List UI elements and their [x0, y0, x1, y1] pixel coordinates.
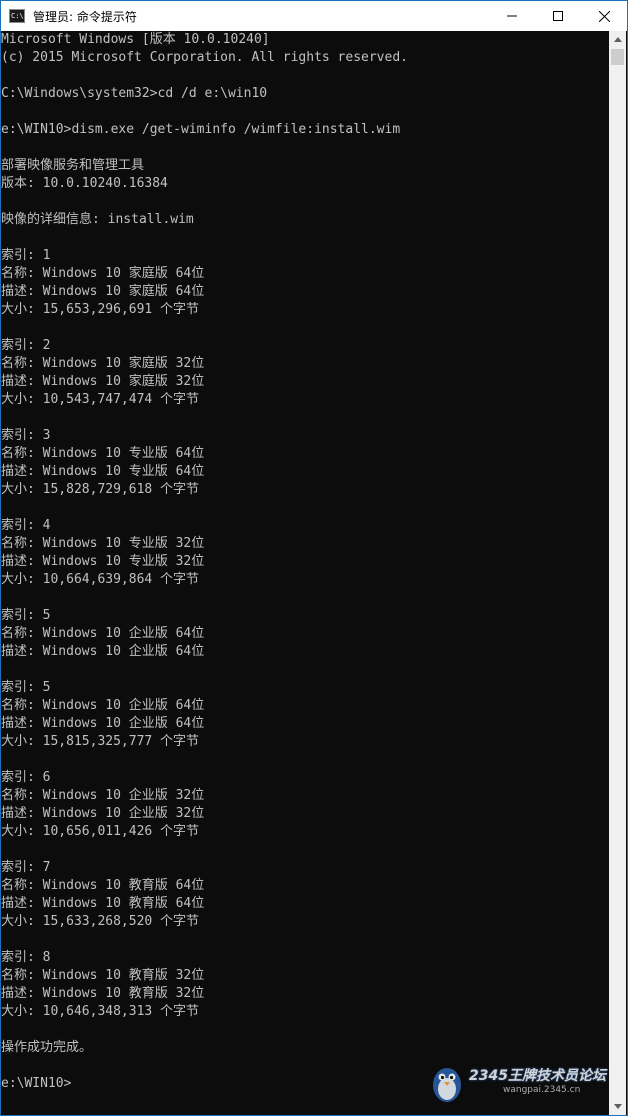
console-line: e:\WIN10>dism.exe /get-wiminfo /wimfile:…: [1, 122, 401, 137]
console-line: 名称: Windows 10 企业版 32位: [1, 788, 205, 803]
scroll-thumb[interactable]: [611, 49, 624, 65]
console-line: e:\WIN10>: [1, 1076, 72, 1091]
console-line: 大小: 10,646,348,313 个字节: [1, 1004, 200, 1019]
scroll-down-button[interactable]: [609, 1098, 626, 1115]
console-line: 索引: 2: [1, 338, 51, 353]
console-line: 描述: Windows 10 企业版 64位: [1, 644, 205, 659]
console-line: 名称: Windows 10 教育版 64位: [1, 878, 205, 893]
cmd-app-icon[interactable]: C:\: [9, 9, 25, 23]
scroll-up-button[interactable]: [609, 31, 626, 48]
console-line: 描述: Windows 10 教育版 32位: [1, 986, 205, 1001]
console-line: 大小: 15,815,325,777 个字节: [1, 734, 200, 749]
console-line: 描述: Windows 10 家庭版 64位: [1, 284, 205, 299]
console-line: 名称: Windows 10 家庭版 32位: [1, 356, 205, 371]
console-line: 版本: 10.0.10240.16384: [1, 176, 168, 191]
console-line: 大小: 15,828,729,618 个字节: [1, 482, 200, 497]
close-button[interactable]: [581, 1, 627, 31]
console-output[interactable]: Microsoft Windows [版本 10.0.10240] (c) 201…: [1, 31, 611, 1115]
console-line: 名称: Windows 10 企业版 64位: [1, 626, 205, 641]
close-icon: [598, 10, 610, 22]
console-line: C:\Windows\system32>cd /d e:\win10: [1, 86, 268, 101]
minimize-button[interactable]: [489, 1, 535, 31]
console-line: 索引: 8: [1, 950, 51, 965]
console-line: 描述: Windows 10 企业版 64位: [1, 716, 205, 731]
title-bar[interactable]: C:\ 管理员: 命令提示符: [1, 1, 627, 31]
console-line: 索引: 7: [1, 860, 51, 875]
window-title: 管理员: 命令提示符: [33, 9, 137, 24]
console-line: 索引: 5: [1, 680, 51, 695]
console-line: 描述: Windows 10 专业版 64位: [1, 464, 205, 479]
console-line: 名称: Windows 10 专业版 64位: [1, 446, 205, 461]
vertical-scrollbar[interactable]: [609, 31, 626, 1115]
console-line: 名称: Windows 10 家庭版 64位: [1, 266, 205, 281]
console-line: 索引: 1: [1, 248, 51, 263]
console-line: 索引: 4: [1, 518, 51, 533]
command-prompt-window: C:\ 管理员: 命令提示符 Microsoft Windows [版本 10.…: [0, 0, 628, 1116]
console-line: 索引: 3: [1, 428, 51, 443]
console-line: 大小: 10,543,747,474 个字节: [1, 392, 200, 407]
maximize-button[interactable]: [535, 1, 581, 31]
scroll-up-arrow-icon: [613, 37, 622, 42]
console-line: 大小: 15,653,296,691 个字节: [1, 302, 200, 317]
maximize-icon: [553, 11, 563, 21]
console-line: 索引: 5: [1, 608, 51, 623]
console-line: 映像的详细信息: install.wim: [1, 212, 194, 227]
console-line: 描述: Windows 10 家庭版 32位: [1, 374, 205, 389]
console-line: 大小: 10,656,011,426 个字节: [1, 824, 200, 839]
console-line: 描述: Windows 10 教育版 64位: [1, 896, 205, 911]
console-line: 描述: Windows 10 专业版 32位: [1, 554, 205, 569]
console-line: 名称: Windows 10 企业版 64位: [1, 698, 205, 713]
console-line: 大小: 15,633,268,520 个字节: [1, 914, 200, 929]
console-line: 操作成功完成。: [1, 1040, 93, 1055]
console-line: 索引: 6: [1, 770, 51, 785]
console-line: 大小: 10,664,639,864 个字节: [1, 572, 200, 587]
console-line: 部署映像服务和管理工具: [1, 158, 145, 173]
console-line: (c) 2015 Microsoft Corporation. All righ…: [1, 50, 408, 65]
console-line: 名称: Windows 10 教育版 32位: [1, 968, 205, 983]
console-line: 描述: Windows 10 企业版 32位: [1, 806, 205, 821]
console-line: 名称: Windows 10 专业版 32位: [1, 536, 205, 551]
scroll-down-arrow-icon: [613, 1104, 622, 1109]
minimize-icon: [507, 15, 517, 17]
console-line: Microsoft Windows [版本 10.0.10240]: [1, 32, 270, 47]
